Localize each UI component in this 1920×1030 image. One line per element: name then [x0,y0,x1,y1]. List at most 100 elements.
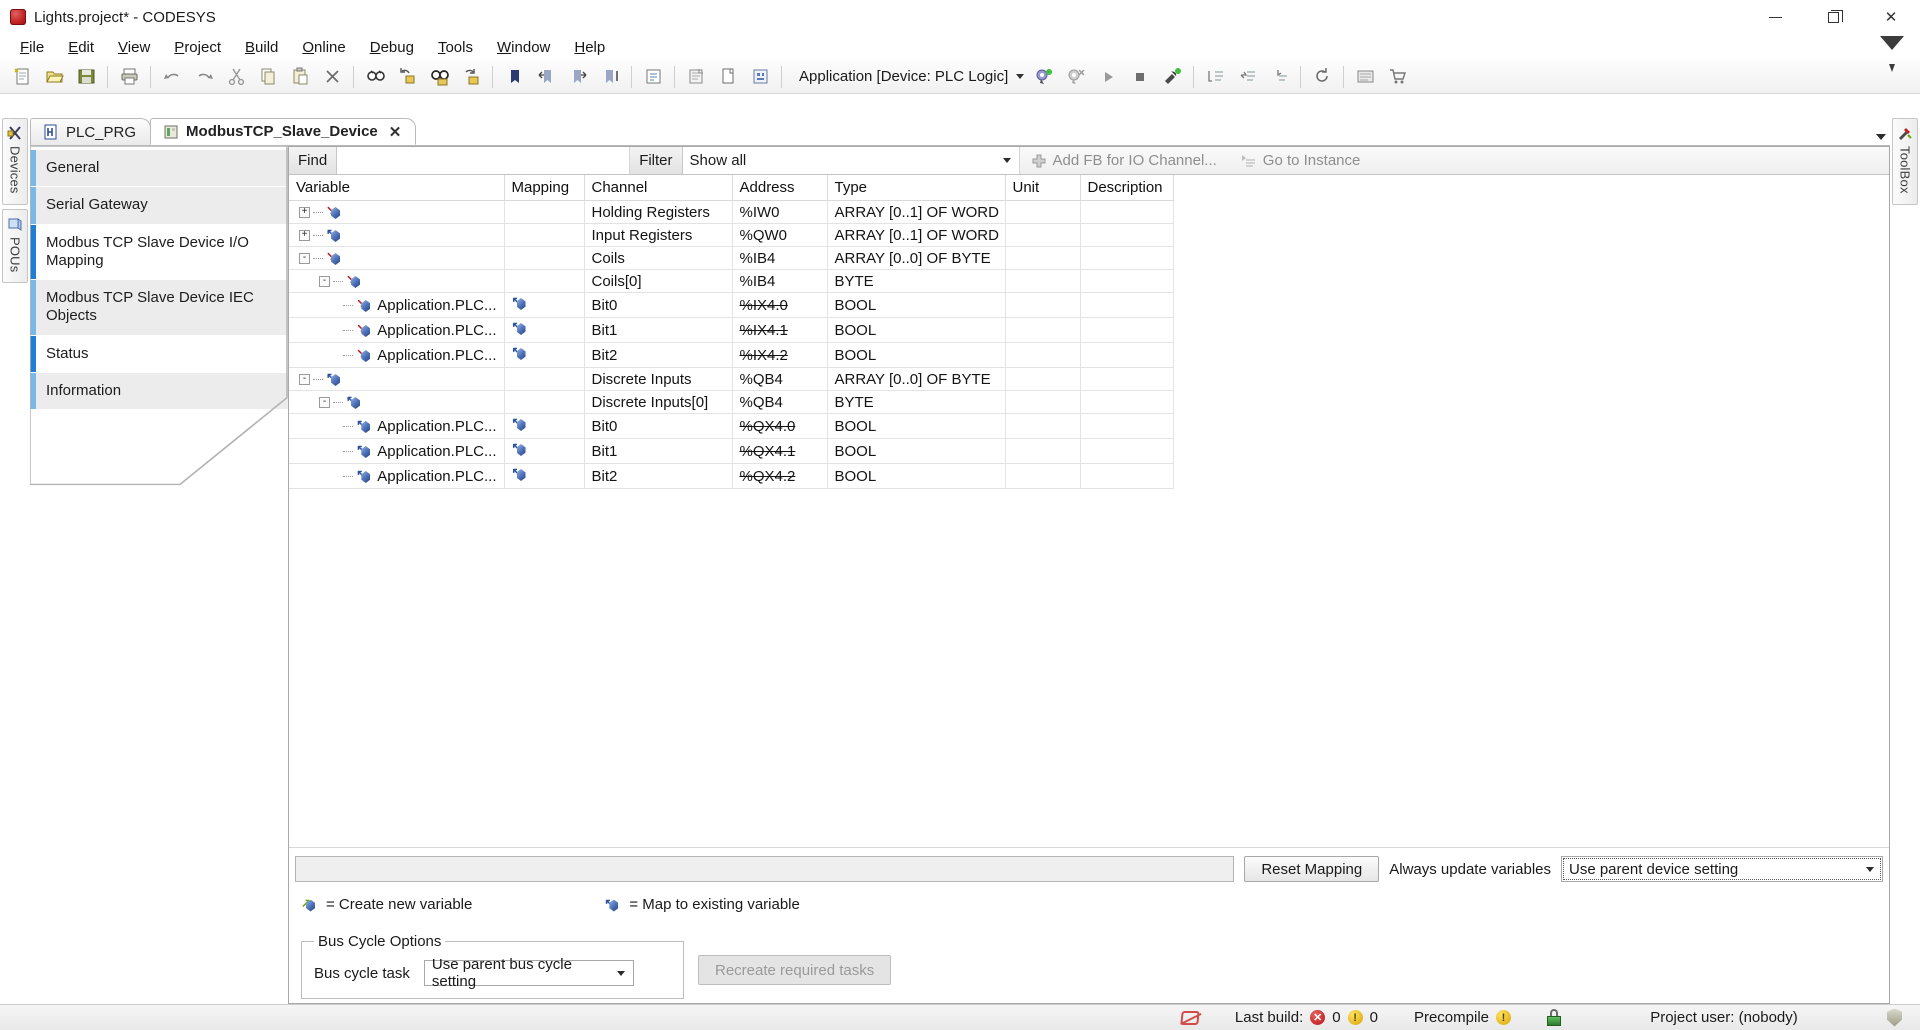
table-row[interactable]: -↖Discrete Inputs[0]%QB4BYTE [289,391,1173,414]
cell-mapping[interactable]: ↖ [504,414,584,439]
cell-unit[interactable] [1005,414,1080,439]
find-input[interactable] [337,147,630,174]
cell-mapping[interactable] [504,368,584,391]
dock-tab-toolbox[interactable]: ToolBox [1892,118,1918,205]
find-in-project-icon[interactable] [424,63,454,91]
cell-mapping[interactable] [504,201,584,224]
minimize-button[interactable] [1746,0,1804,34]
mapping-status-field[interactable] [295,856,1234,882]
application-combo[interactable]: Application [Device: PLC Logic] [791,65,1028,89]
new-project-icon[interactable] [7,63,37,91]
cell-type[interactable]: BOOL [827,293,1005,318]
go-to-instance-button[interactable]: Go to Instance [1229,147,1373,174]
tab-modbustcp-slave-device[interactable]: ModbusTCP_Slave_Device ✕ [150,118,416,145]
cell-variable[interactable]: ↘Application.PLC... [289,343,504,368]
cell-description[interactable] [1080,439,1173,464]
cell-description[interactable] [1080,343,1173,368]
cell-description[interactable] [1080,224,1173,247]
cell-variable[interactable]: ↖Application.PLC... [289,414,504,439]
bookmark-icon[interactable] [499,63,529,91]
cell-type[interactable]: ARRAY [0..1] OF WORD [827,224,1005,247]
cell-variable[interactable]: ↘Application.PLC... [289,318,504,343]
cell-variable[interactable]: ↖Application.PLC... [289,464,504,489]
cut-icon[interactable] [221,63,251,91]
sidebar-item-status[interactable]: Status [30,336,288,373]
tree-expander-collapse-icon[interactable]: - [299,253,310,264]
cell-type[interactable]: BOOL [827,464,1005,489]
column-header-unit[interactable]: Unit [1005,175,1080,201]
cart-button[interactable] [1382,63,1412,91]
table-row[interactable]: +↖Input Registers%QW0ARRAY [0..1] OF WOR… [289,224,1173,247]
add-fb-for-io-channel-button[interactable]: Add FB for IO Channel... [1020,147,1229,174]
device-editor-icon[interactable] [745,63,775,91]
cell-variable[interactable]: +↖ [289,224,504,247]
table-row[interactable]: ↖Application.PLC...↖Bit0%QX4.0BOOL [289,414,1173,439]
cell-unit[interactable] [1005,247,1080,270]
cell-channel[interactable]: Bit1 [584,439,732,464]
cell-mapping[interactable]: ↖ [504,318,584,343]
sidebar-item-serial-gateway[interactable]: Serial Gateway [30,187,288,224]
cell-description[interactable] [1080,318,1173,343]
cell-variable[interactable]: -↖ [289,391,504,414]
cell-mapping[interactable]: ↖ [504,464,584,489]
cell-address[interactable]: %IX4.1 [732,318,827,343]
next-bookmark-icon[interactable] [563,63,593,91]
tree-expander-expand-icon[interactable]: + [299,207,310,218]
cell-address[interactable]: %QX4.0 [732,414,827,439]
table-row[interactable]: ↘Application.PLC...↖Bit1%IX4.1BOOL [289,318,1173,343]
replace-icon[interactable] [392,63,422,91]
compile-icon[interactable] [638,63,668,91]
cell-type[interactable]: BOOL [827,318,1005,343]
filter-funnel-icon[interactable] [1880,36,1904,50]
previous-bookmark-icon[interactable] [531,63,561,91]
cell-unit[interactable] [1005,201,1080,224]
step-into-button[interactable] [1232,63,1262,91]
cell-variable[interactable]: ↘Application.PLC... [289,293,504,318]
cell-description[interactable] [1080,270,1173,293]
column-header-channel[interactable]: Channel [584,175,732,201]
new-object-icon[interactable] [713,63,743,91]
table-row[interactable]: ↘Application.PLC...↖Bit0%IX4.0BOOL [289,293,1173,318]
cell-channel[interactable]: Discrete Inputs[0] [584,391,732,414]
build-tools-button[interactable] [1157,63,1187,91]
cell-channel[interactable]: Bit0 [584,293,732,318]
table-row[interactable]: +↘Holding Registers%IW0ARRAY [0..1] OF W… [289,201,1173,224]
generate-code-icon[interactable] [681,63,711,91]
sidebar-item-general[interactable]: General [30,150,288,187]
replace-in-project-icon[interactable] [456,63,486,91]
menu-debug[interactable]: Debug [358,36,426,59]
cell-description[interactable] [1080,201,1173,224]
cell-unit[interactable] [1005,464,1080,489]
cell-type[interactable]: ARRAY [0..1] OF WORD [827,201,1005,224]
tab-overflow-chevron-icon[interactable] [1876,134,1886,140]
table-row[interactable]: ↘Application.PLC...↖Bit2%IX4.2BOOL [289,343,1173,368]
cell-variable[interactable]: ↖Application.PLC... [289,439,504,464]
reset-mapping-button[interactable]: Reset Mapping [1244,856,1379,882]
step-over-button[interactable] [1200,63,1230,91]
cell-type[interactable]: BOOL [827,414,1005,439]
open-project-icon[interactable] [39,63,69,91]
cell-address[interactable]: %QB4 [732,368,827,391]
paste-icon[interactable] [285,63,315,91]
cell-unit[interactable] [1005,293,1080,318]
undo-icon[interactable] [157,63,187,91]
tree-expander-collapse-icon[interactable]: - [299,374,310,385]
cell-mapping[interactable] [504,391,584,414]
always-update-variables-combo[interactable]: Use parent device setting [1561,856,1883,882]
cell-unit[interactable] [1005,391,1080,414]
cell-description[interactable] [1080,464,1173,489]
cell-channel[interactable]: Bit2 [584,343,732,368]
cell-type[interactable]: BOOL [827,439,1005,464]
column-header-variable[interactable]: Variable [289,175,504,201]
cell-unit[interactable] [1005,439,1080,464]
cell-type[interactable]: BYTE [827,270,1005,293]
start-button[interactable] [1093,63,1123,91]
cell-channel[interactable]: Coils [584,247,732,270]
menu-online[interactable]: Online [290,36,357,59]
cell-address[interactable]: %QX4.2 [732,464,827,489]
cell-address[interactable]: %IX4.2 [732,343,827,368]
table-row[interactable]: ↖Application.PLC...↖Bit1%QX4.1BOOL [289,439,1173,464]
cell-type[interactable]: ARRAY [0..0] OF BYTE [827,368,1005,391]
cell-variable[interactable]: -↘ [289,247,504,270]
menu-help[interactable]: Help [562,36,617,59]
